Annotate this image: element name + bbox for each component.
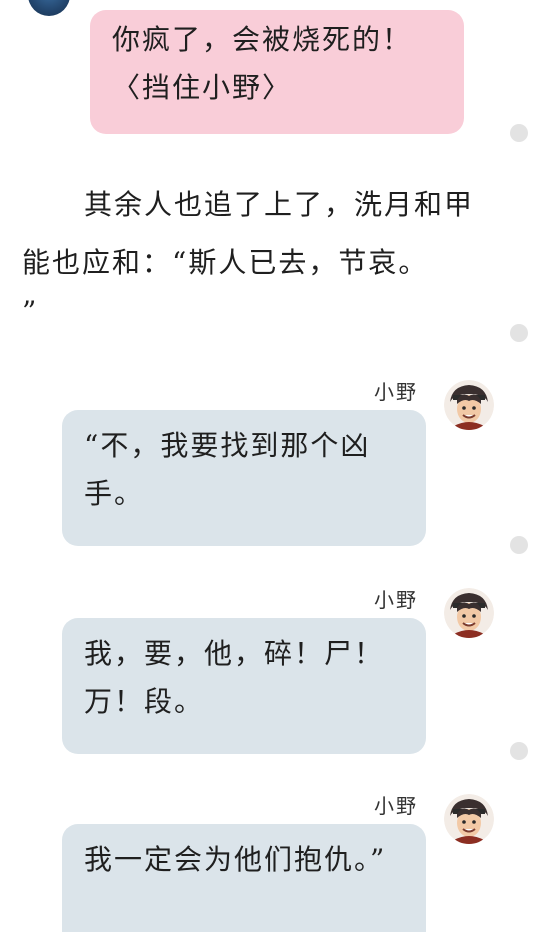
speaker-name: 小野 (374, 380, 418, 404)
message-text: 你疯了，会被烧死的！〈挡住小野〉 (112, 23, 413, 104)
message-bubble[interactable]: 我一定会为他们抱仇。” (62, 824, 426, 932)
message-bubble[interactable]: 我，要，他，碎！尸！万！段。 (62, 618, 426, 754)
circle-marker-icon[interactable] (510, 324, 528, 342)
narration-text: 其余人也追了上了，洗月和甲能也应和：“斯人已去，节哀。 (22, 188, 475, 279)
message-bubble-pink[interactable]: 你疯了，会被烧死的！〈挡住小野〉 (90, 10, 464, 134)
message-text: 我一定会为他们抱仇。” (84, 843, 387, 876)
character-avatar-icon[interactable] (444, 588, 494, 638)
message-text: 我，要，他，碎！尸！万！段。 (84, 637, 385, 718)
narration-closing-quote: ” (22, 295, 39, 328)
speaker-name: 小野 (374, 794, 418, 818)
top-avatar-icon[interactable] (28, 0, 70, 16)
character-avatar-icon[interactable] (444, 380, 494, 430)
circle-marker-icon[interactable] (510, 124, 528, 142)
speaker-name: 小野 (374, 588, 418, 612)
circle-marker-icon[interactable] (510, 536, 528, 554)
circle-marker-icon[interactable] (510, 742, 528, 760)
message-text: “不，我要找到那个凶手。 (84, 429, 371, 510)
character-avatar-icon[interactable] (444, 794, 494, 844)
message-bubble[interactable]: “不，我要找到那个凶手。 (62, 410, 426, 546)
narration-paragraph: 其余人也追了上了，洗月和甲能也应和：“斯人已去，节哀。 ” (22, 176, 498, 332)
